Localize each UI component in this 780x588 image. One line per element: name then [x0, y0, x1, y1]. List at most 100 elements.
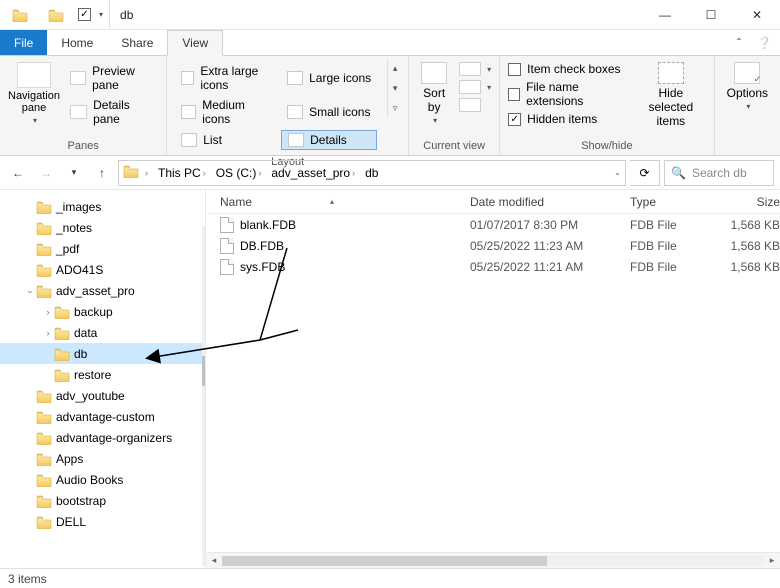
tree-node-label: restore — [74, 368, 111, 382]
minimize-button[interactable]: — — [642, 0, 688, 30]
folder-icon — [54, 347, 70, 361]
group-by-button[interactable]: ▾ — [459, 62, 491, 76]
col-date[interactable]: Date modified — [470, 195, 630, 209]
crumb-this-pc[interactable]: This PC › — [154, 166, 210, 180]
details-pane-button[interactable]: Details pane — [70, 98, 156, 126]
tree-node-adv-youtube[interactable]: adv_youtube — [0, 385, 205, 406]
breadcrumb[interactable]: › This PC › OS (C:) › adv_asset_pro › db… — [118, 160, 626, 186]
tree-node-apps[interactable]: Apps — [0, 448, 205, 469]
xl-icons-icon — [181, 71, 194, 85]
hscroll-thumb[interactable] — [222, 556, 547, 566]
navigation-pane-button[interactable]: Navigation pane ▾ — [6, 58, 62, 129]
tree-node-ado41s[interactable]: ADO41S — [0, 259, 205, 280]
layout-scroll-down-icon[interactable]: ▾ — [388, 78, 402, 98]
qat-checkbox-icon[interactable]: ✓ — [78, 8, 91, 21]
crumb-folder1[interactable]: adv_asset_pro › — [267, 166, 359, 180]
qat-folder-icon[interactable] — [48, 6, 66, 24]
folder-icon — [36, 221, 52, 235]
ribbon: Navigation pane ▾ Preview pane Details p… — [0, 56, 780, 156]
col-type[interactable]: Type — [630, 195, 710, 209]
tab-home[interactable]: Home — [47, 30, 107, 55]
tree-node-adv-asset-pro[interactable]: ⌄adv_asset_pro — [0, 280, 205, 301]
layout-more-icon[interactable]: ▿ — [388, 98, 402, 118]
tree-node-backup[interactable]: ›backup — [0, 301, 205, 322]
tree-node-db[interactable]: db — [0, 343, 205, 364]
chevron-right-icon[interactable]: › — [42, 328, 54, 338]
hidden-items-toggle[interactable]: ✓Hidden items — [508, 112, 628, 126]
crumb-dropdown-icon[interactable]: ⌄ — [614, 168, 621, 177]
layout-extra-large[interactable]: Extra large icons — [175, 62, 277, 94]
chevron-down-icon: ▾ — [433, 116, 437, 125]
scroll-right-icon[interactable]: ▸ — [764, 555, 780, 566]
horizontal-scrollbar[interactable]: ◂ ▸ — [206, 552, 780, 568]
file-row[interactable]: blank.FDB01/07/2017 8:30 PMFDB File1,568… — [220, 214, 780, 235]
layout-medium[interactable]: Medium icons — [175, 96, 277, 128]
file-extensions-toggle[interactable]: File name extensions — [508, 80, 628, 108]
layout-details[interactable]: Details — [281, 130, 377, 150]
navigation-pane-icon — [17, 62, 51, 88]
refresh-button[interactable]: ⟳ — [630, 160, 660, 186]
help-icon[interactable]: ❔ — [749, 30, 780, 55]
search-input[interactable]: 🔍 Search db — [664, 160, 774, 186]
chevron-right-icon[interactable]: › — [42, 307, 54, 317]
layout-scroll-up-icon[interactable]: ▴ — [388, 58, 402, 78]
maximize-button[interactable]: ☐ — [688, 0, 734, 30]
history-dropdown[interactable]: ▾ — [62, 161, 86, 185]
tree-node-audio-books[interactable]: Audio Books — [0, 469, 205, 490]
layout-list[interactable]: List — [175, 130, 277, 150]
col-name[interactable]: Name▴ — [220, 195, 470, 209]
tab-view[interactable]: View — [167, 30, 223, 56]
tab-share[interactable]: Share — [107, 30, 167, 55]
sort-by-button[interactable]: Sort by ▾ — [415, 58, 453, 129]
preview-pane-button[interactable]: Preview pane — [70, 64, 156, 92]
scroll-left-icon[interactable]: ◂ — [206, 555, 222, 566]
options-button[interactable]: Options ▾ — [721, 58, 774, 115]
column-headers[interactable]: Name▴ Date modified Type Size — [206, 190, 780, 214]
tree-node--notes[interactable]: _notes — [0, 217, 205, 238]
size-columns-button[interactable] — [459, 98, 491, 112]
tree-node-bootstrap[interactable]: bootstrap — [0, 490, 205, 511]
hide-selected-button[interactable]: Hide selected items — [634, 58, 708, 132]
file-row[interactable]: DB.FDB05/25/2022 11:23 AMFDB File1,568 K… — [220, 235, 780, 256]
folder-icon — [54, 305, 70, 319]
chevron-down-icon[interactable]: ⌄ — [24, 285, 36, 296]
tree-node-data[interactable]: ›data — [0, 322, 205, 343]
tree-node-advantage-custom[interactable]: advantage-custom — [0, 406, 205, 427]
file-name: sys.FDB — [240, 260, 285, 274]
qat-dropdown-icon[interactable]: ▾ — [99, 10, 103, 19]
file-list-pane: Name▴ Date modified Type Size blank.FDB0… — [206, 190, 780, 568]
tree-node--pdf[interactable]: _pdf — [0, 238, 205, 259]
group-by-icon — [459, 62, 481, 76]
folder-icon — [54, 326, 70, 340]
tree-node-restore[interactable]: restore — [0, 364, 205, 385]
tree-node-dell[interactable]: DELL — [0, 511, 205, 532]
layout-small[interactable]: Small icons — [281, 96, 377, 128]
folder-icon — [36, 452, 52, 466]
file-row[interactable]: sys.FDB05/25/2022 11:21 AMFDB File1,568 … — [220, 256, 780, 277]
crumb-drive[interactable]: OS (C:) › — [212, 166, 266, 180]
item-checkboxes-toggle[interactable]: Item check boxes — [508, 62, 628, 76]
crumb-folder2[interactable]: db — [361, 166, 382, 180]
add-columns-button[interactable]: ▾ — [459, 80, 491, 94]
back-button[interactable]: ← — [6, 161, 30, 185]
checkbox-unchecked-icon — [508, 88, 520, 101]
folder-icon — [54, 368, 70, 382]
file-type: FDB File — [630, 218, 710, 232]
titlebar: ✓ ▾ db — ☐ ✕ — [0, 0, 780, 30]
up-button[interactable]: ↑ — [90, 161, 114, 185]
close-button[interactable]: ✕ — [734, 0, 780, 30]
folder-tree[interactable]: _images _notes_pdfADO41S⌄adv_asset_pro›ba… — [0, 190, 206, 568]
tree-node-label: _images — [56, 200, 101, 214]
layout-large[interactable]: Large icons — [281, 62, 377, 94]
tree-node-advantage-organizers[interactable]: advantage-organizers — [0, 427, 205, 448]
file-size: 1,568 KB — [710, 239, 780, 253]
options-icon — [734, 62, 760, 84]
col-size[interactable]: Size — [710, 195, 780, 209]
folder-icon — [123, 164, 139, 181]
forward-button[interactable]: → — [34, 161, 58, 185]
ribbon-collapse-icon[interactable]: ˆ — [729, 30, 749, 55]
tree-node--images[interactable]: _images — [0, 196, 205, 217]
search-placeholder: Search db — [692, 166, 747, 180]
tab-file[interactable]: File — [0, 30, 47, 55]
list-icon — [181, 133, 197, 147]
